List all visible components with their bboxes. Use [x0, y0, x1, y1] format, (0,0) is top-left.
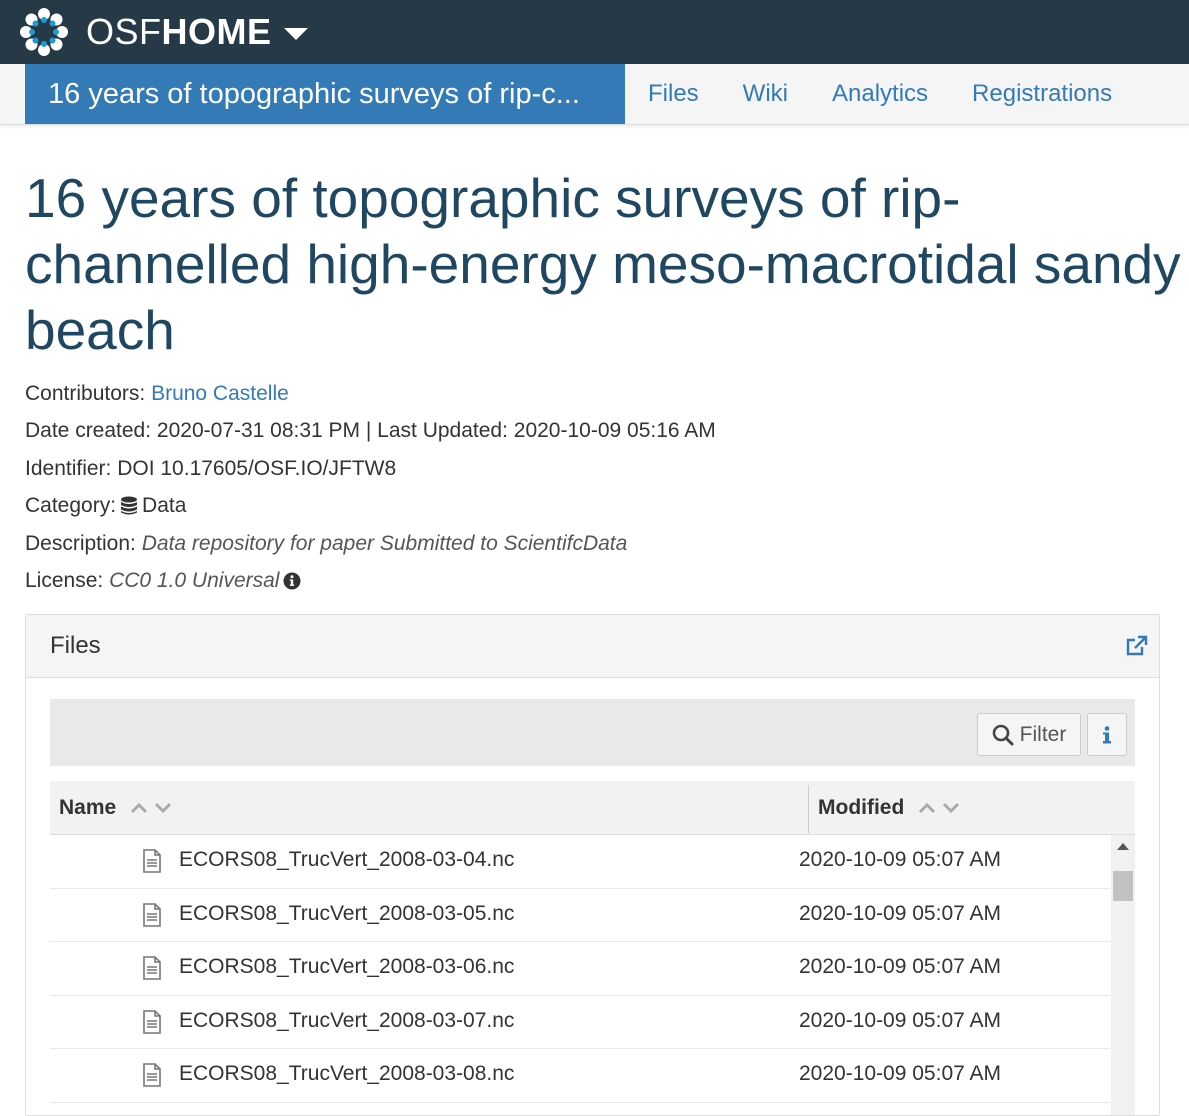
license-label: License:	[25, 569, 104, 593]
category-label: Category:	[25, 494, 117, 518]
dates-text: Date created: 2020-07-31 08:31 PM | Last…	[25, 419, 716, 443]
project-nav-title[interactable]: 16 years of topographic surveys of rip-c…	[25, 64, 625, 124]
identifier-text: Identifier: DOI 10.17605/OSF.IO/JFTW8	[25, 456, 397, 480]
brand-light: OSF	[86, 11, 162, 52]
scroll-up-arrow-icon[interactable]	[1117, 843, 1129, 850]
files-panel: Files Filter Name Modified ECORS08_TrucV…	[25, 614, 1160, 1116]
table-row[interactable]: ECORS08_TrucVert_2008-03-07.nc 2020-10-0…	[50, 996, 1110, 1049]
file-icon	[143, 1009, 161, 1034]
files-toolbar: Filter	[50, 699, 1135, 766]
files-panel-title: Files	[50, 632, 101, 659]
file-modified: 2020-10-09 05:07 AM	[799, 1008, 1001, 1032]
info-icon	[1103, 725, 1111, 743]
file-icon	[143, 849, 161, 873]
search-icon	[992, 724, 1014, 745]
file-modified: 2020-10-09 05:07 AM	[799, 955, 1001, 978]
external-link-icon[interactable]	[1125, 635, 1149, 657]
sort-up-icon[interactable]	[918, 802, 936, 814]
column-name-label: Name	[59, 795, 117, 819]
files-table-header: Name Modified	[50, 781, 1135, 835]
files-list: ECORS08_TrucVert_2008-03-04.nc 2020-10-0…	[50, 835, 1110, 1103]
scroll-thumb[interactable]	[1113, 871, 1133, 901]
sort-down-icon[interactable]	[942, 802, 960, 814]
file-icon	[143, 1063, 161, 1087]
category-value: Data	[142, 494, 187, 518]
project-nav: 16 years of topographic surveys of rip-c…	[0, 64, 1189, 125]
files-scrollbar[interactable]	[1111, 835, 1135, 1115]
description-label: Description:	[25, 531, 136, 555]
nav-files[interactable]: Files	[625, 64, 721, 124]
description-value: Data repository for paper Submitted to S…	[141, 531, 628, 555]
file-icon	[143, 956, 161, 980]
table-row[interactable]: ECORS08_TrucVert_2008-03-08.nc 2020-10-0…	[50, 1049, 1110, 1103]
contributors-label: Contributors:	[25, 381, 146, 405]
files-panel-header: Files	[26, 615, 1159, 678]
nav-wiki[interactable]: Wiki	[721, 64, 810, 124]
osf-navbar: OSF HOME	[0, 0, 1189, 64]
column-divider[interactable]	[808, 785, 809, 833]
page-title: 16 years of topographic surveys of rip-c…	[25, 167, 1181, 361]
database-icon	[121, 496, 138, 515]
info-button[interactable]	[1087, 713, 1127, 756]
table-row[interactable]: ECORS08_TrucVert_2008-03-05.nc 2020-10-0…	[50, 889, 1110, 942]
nav-analytics[interactable]: Analytics	[810, 64, 950, 124]
table-row[interactable]: ECORS08_TrucVert_2008-03-04.nc 2020-10-0…	[50, 835, 1110, 889]
filter-button[interactable]: Filter	[977, 713, 1081, 756]
sort-down-icon[interactable]	[154, 802, 172, 814]
column-modified: Modified	[818, 781, 960, 834]
column-modified-label: Modified	[818, 795, 905, 819]
contributor-link[interactable]: Bruno Castelle	[151, 382, 289, 406]
file-modified: 2020-10-09 05:07 AM	[799, 901, 1001, 925]
table-row[interactable]: ECORS08_TrucVert_2008-03-06.nc 2020-10-0…	[50, 942, 1110, 996]
column-name: Name	[59, 781, 172, 834]
license-value[interactable]: CC0 1.0 Universal	[109, 569, 279, 593]
info-circle-icon[interactable]	[283, 572, 301, 590]
file-icon	[143, 902, 161, 927]
file-name[interactable]: ECORS08_TrucVert_2008-03-05.nc	[179, 902, 514, 926]
caret-down-icon	[283, 28, 308, 40]
nav-registrations[interactable]: Registrations	[950, 64, 1134, 124]
file-name[interactable]: ECORS08_TrucVert_2008-03-06.nc	[179, 955, 514, 979]
sort-up-icon[interactable]	[130, 802, 148, 814]
project-metadata: Contributors: Bruno Castelle Date create…	[25, 375, 1189, 600]
file-modified: 2020-10-09 05:07 AM	[799, 1062, 1001, 1085]
file-modified: 2020-10-09 05:07 AM	[799, 848, 1001, 871]
osf-home-menu[interactable]: OSF HOME	[86, 11, 308, 53]
file-name[interactable]: ECORS08_TrucVert_2008-03-07.nc	[179, 1009, 514, 1033]
file-name[interactable]: ECORS08_TrucVert_2008-03-04.nc	[179, 848, 514, 872]
brand-bold: HOME	[161, 11, 272, 52]
osf-logo-icon[interactable]	[18, 6, 70, 58]
filter-label: Filter	[1019, 722, 1067, 746]
file-name[interactable]: ECORS08_TrucVert_2008-03-08.nc	[179, 1062, 514, 1086]
